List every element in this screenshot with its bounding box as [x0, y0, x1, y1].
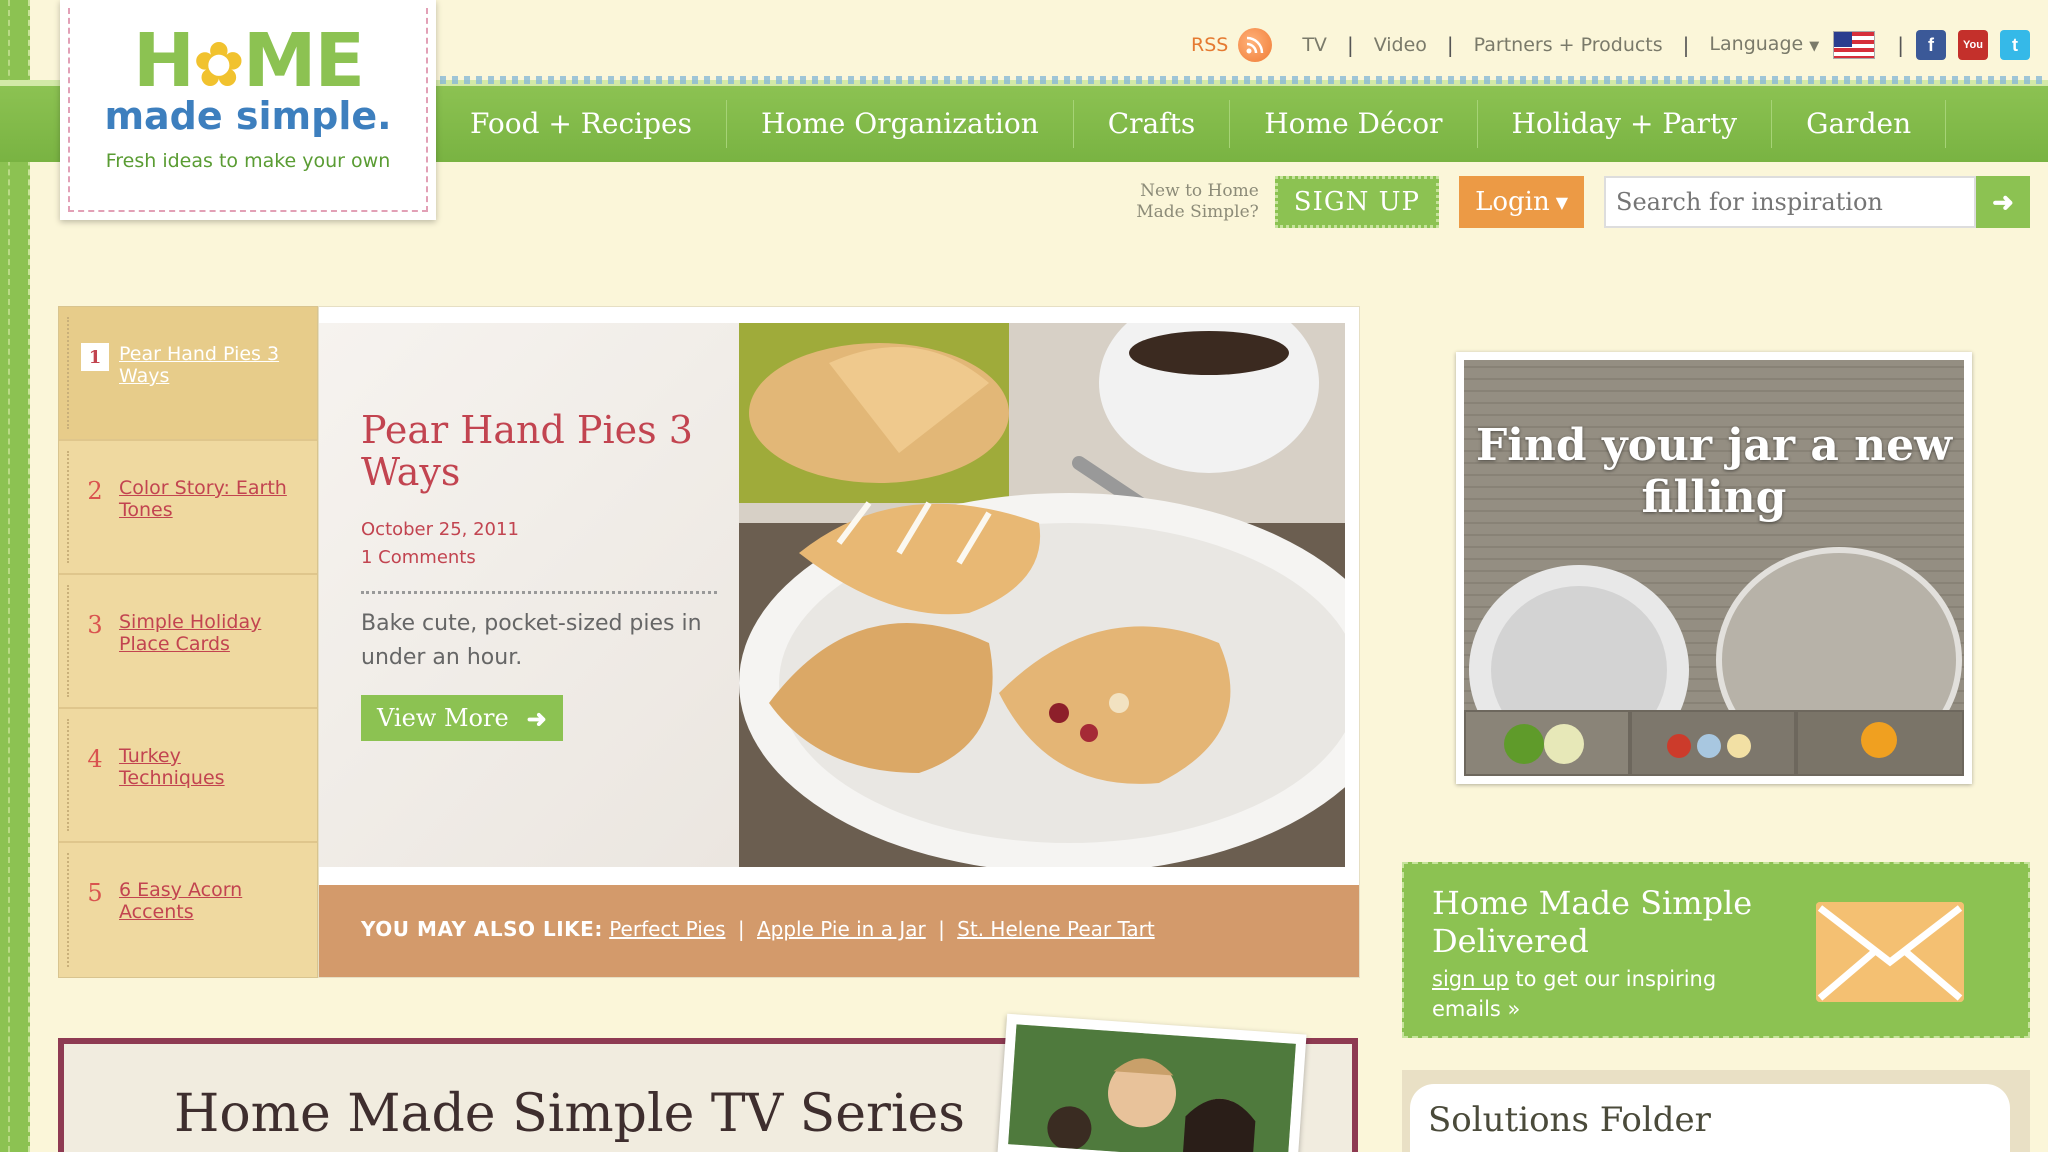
- rss-icon[interactable]: [1238, 28, 1273, 62]
- feature-number: 1: [81, 343, 109, 371]
- divider: |: [737, 917, 745, 941]
- feature-number: 4: [87, 745, 103, 773]
- feature-item-1[interactable]: 1 Pear Hand Pies 3 Ways: [59, 307, 317, 441]
- jar-promo-image: Find your jar a new filling: [1464, 360, 1964, 776]
- article-date: October 25, 2011: [361, 519, 519, 540]
- feature-number: 3: [87, 611, 103, 639]
- also-like-label: YOU MAY ALSO LIKE:: [361, 917, 603, 941]
- featured-article-text: Pear Hand Pies 3 Ways October 25, 2011 1…: [319, 323, 739, 867]
- us-flag-icon[interactable]: [1833, 31, 1876, 59]
- feature-item-5[interactable]: 5 6 Easy Acorn Accents: [59, 843, 317, 977]
- jar-promo-title: Find your jar a new filling: [1475, 420, 1953, 523]
- feature-list: 1 Pear Hand Pies 3 Ways 2 Color Story: E…: [58, 306, 318, 978]
- rss-link[interactable]: RSS: [1171, 30, 1238, 60]
- nav-item-food-recipes[interactable]: Food + Recipes: [440, 100, 727, 148]
- tv-hosts-image: [1008, 1024, 1296, 1152]
- nav-item-crafts[interactable]: Crafts: [1074, 100, 1231, 148]
- divider: |: [1682, 33, 1690, 57]
- logo-frame: H✿ME made simple. Fresh ideas to make yo…: [68, 8, 428, 212]
- language-selector[interactable]: Language ▼: [1689, 29, 1823, 62]
- feature-item-2[interactable]: 2 Color Story: Earth Tones: [59, 441, 317, 575]
- feature-number: 2: [87, 477, 103, 505]
- daisy-icon: ✿: [192, 28, 245, 101]
- social-links: f You t: [1916, 30, 2030, 60]
- article-title[interactable]: Pear Hand Pies 3 Ways: [361, 409, 721, 493]
- divider: |: [938, 917, 945, 941]
- newsletter-text: sign up to get our inspiring emails »: [1432, 964, 1762, 1024]
- utility-bar: RSS TV | Video | Partners + Products | L…: [440, 0, 2048, 80]
- logo-letters: H: [132, 18, 195, 104]
- arrow-right-icon: ➜: [1992, 186, 2014, 217]
- feature-link[interactable]: 6 Easy Acorn Accents: [119, 879, 289, 923]
- new-user-line1: New to Home: [1140, 181, 1259, 201]
- feature-link[interactable]: Pear Hand Pies 3 Ways: [119, 343, 289, 387]
- tv-hosts-photo[interactable]: [997, 1013, 1307, 1152]
- envelope-graphic: [1816, 902, 1964, 1002]
- new-user-prompt: New to Home Made Simple?: [1136, 181, 1259, 223]
- logo-home-text: H✿ME: [70, 8, 426, 100]
- search-submit-button[interactable]: ➜: [1976, 176, 2030, 228]
- nav-item-garden[interactable]: Garden: [1772, 100, 1947, 148]
- feature-link[interactable]: Color Story: Earth Tones: [119, 477, 289, 521]
- login-button[interactable]: Login ▼: [1459, 176, 1584, 228]
- nav-item-home-decor[interactable]: Home Décor: [1230, 100, 1478, 148]
- solutions-folder-title: Solutions Folder: [1428, 1100, 1711, 1140]
- also-like-link-apple-pie-jar[interactable]: Apple Pie in a Jar: [757, 917, 926, 941]
- feature-number: 5: [87, 879, 103, 907]
- view-more-label: View More: [377, 704, 509, 732]
- article-description: Bake cute, pocket-sized pies in under an…: [361, 611, 702, 670]
- search-input[interactable]: [1604, 176, 1976, 228]
- search-box: ➜: [1604, 176, 2030, 228]
- also-like-bar: YOU MAY ALSO LIKE: Perfect Pies | Apple …: [319, 885, 1359, 977]
- divider: |: [1346, 33, 1354, 57]
- solutions-folder[interactable]: Solutions Folder: [1402, 1070, 2030, 1152]
- newsletter-promo: Home Made Simple Delivered sign up to ge…: [1402, 862, 2030, 1038]
- signup-button[interactable]: SIGN UP: [1274, 176, 1440, 228]
- arrow-right-icon: ➜: [526, 703, 547, 733]
- feature-link[interactable]: Turkey Techniques: [119, 745, 289, 789]
- nav-items: Food + Recipes Home Organization Crafts …: [440, 86, 1947, 162]
- divider: |: [1446, 33, 1454, 57]
- newsletter-signup-link[interactable]: sign up: [1432, 967, 1509, 991]
- feature-item-4[interactable]: 4 Turkey Techniques: [59, 709, 317, 843]
- newsletter-title: Home Made Simple Delivered: [1432, 884, 1753, 960]
- facebook-icon[interactable]: f: [1916, 30, 1946, 60]
- logo-letters: ME: [242, 18, 365, 104]
- account-bar: New to Home Made Simple? SIGN UP Login ▼…: [1136, 176, 2030, 228]
- partners-link[interactable]: Partners + Products: [1454, 30, 1683, 60]
- pear-hand-pies-photo[interactable]: [739, 323, 1345, 867]
- left-decorative-strip: [0, 0, 30, 1152]
- tv-link[interactable]: TV: [1282, 30, 1347, 60]
- video-link[interactable]: Video: [1354, 30, 1447, 60]
- view-more-button[interactable]: View More ➜: [361, 695, 563, 741]
- also-like-link-perfect-pies[interactable]: Perfect Pies: [609, 917, 725, 941]
- new-user-line2: Made Simple?: [1136, 202, 1259, 222]
- feature-item-3[interactable]: 3 Simple Holiday Place Cards: [59, 575, 317, 709]
- hosts-illustration: [1008, 1024, 1296, 1152]
- pies-illustration: [739, 323, 1345, 867]
- language-label: Language: [1709, 32, 1804, 55]
- site-logo[interactable]: H✿ME made simple. Fresh ideas to make yo…: [60, 0, 436, 220]
- left-stitch-line: [8, 0, 10, 1152]
- nav-item-holiday-party[interactable]: Holiday + Party: [1478, 100, 1773, 148]
- utility-links: RSS TV | Video | Partners + Products | L…: [1171, 28, 2030, 62]
- feature-link[interactable]: Simple Holiday Place Cards: [119, 611, 289, 655]
- article-comments[interactable]: 1 Comments: [361, 547, 476, 568]
- twitter-icon[interactable]: t: [2000, 30, 2030, 60]
- tv-series-title: Home Made Simple TV Series: [174, 1084, 965, 1144]
- nav-item-home-organization[interactable]: Home Organization: [727, 100, 1074, 148]
- logo-subtitle: made simple.: [104, 94, 392, 138]
- login-label: Login: [1475, 187, 1550, 217]
- envelope-icon[interactable]: [1816, 902, 1964, 1002]
- chevron-down-icon: ▼: [1809, 38, 1820, 54]
- featured-article: Pear Hand Pies 3 Ways October 25, 2011 1…: [318, 306, 1360, 978]
- also-like-link-pear-tart[interactable]: St. Helene Pear Tart: [957, 917, 1155, 941]
- divider: |: [1897, 33, 1904, 57]
- jar-promo-ad[interactable]: Find your jar a new filling: [1456, 352, 1972, 784]
- chevron-down-icon: ▼: [1555, 192, 1568, 212]
- divider: [361, 591, 717, 594]
- youtube-icon[interactable]: You: [1958, 30, 1988, 60]
- logo-tagline: Fresh ideas to make your own: [105, 150, 391, 172]
